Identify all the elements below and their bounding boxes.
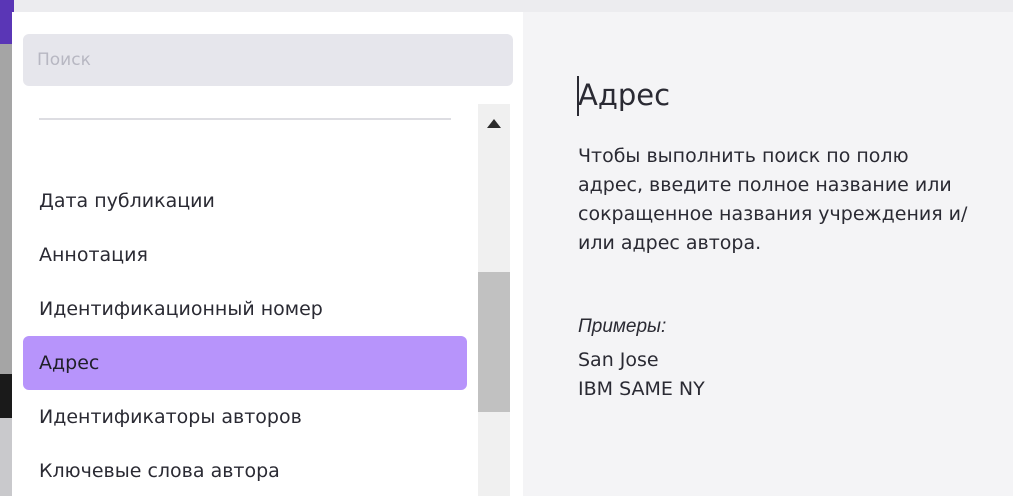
help-title: Адрес (578, 78, 671, 112)
examples-label: Примеры: (578, 316, 667, 337)
list-item-publication-date[interactable]: Дата публикации (23, 174, 467, 228)
scroll-thumb[interactable] (478, 272, 510, 412)
example-item: San Jose (578, 349, 659, 371)
help-panel: Адрес Чтобы выполнить поиск по полю адре… (523, 12, 1013, 496)
example-item: IBM SAME NY (578, 378, 705, 400)
list-item-address[interactable]: Адрес (23, 336, 467, 390)
list-divider (39, 118, 451, 120)
list-scrollbar[interactable] (478, 104, 510, 496)
field-list: Дата публикации Аннотация Идентификацион… (12, 104, 523, 496)
field-picker-panel: Дата публикации Аннотация Идентификацион… (12, 12, 523, 496)
list-item-abstract[interactable]: Аннотация (23, 228, 467, 282)
field-search-dialog: Дата публикации Аннотация Идентификацион… (12, 12, 1013, 496)
help-description: Чтобы выполнить поиск по полю адрес, вве… (578, 145, 968, 254)
search-input[interactable] (23, 34, 513, 86)
list-item-author-identifiers[interactable]: Идентификаторы авторов (23, 390, 467, 444)
list-item-identification-number[interactable]: Идентификационный номер (23, 282, 467, 336)
list-item-author-keywords[interactable]: Ключевые слова автора (23, 444, 467, 496)
triangle-up-icon (487, 118, 501, 128)
scroll-up-button[interactable] (478, 112, 510, 134)
